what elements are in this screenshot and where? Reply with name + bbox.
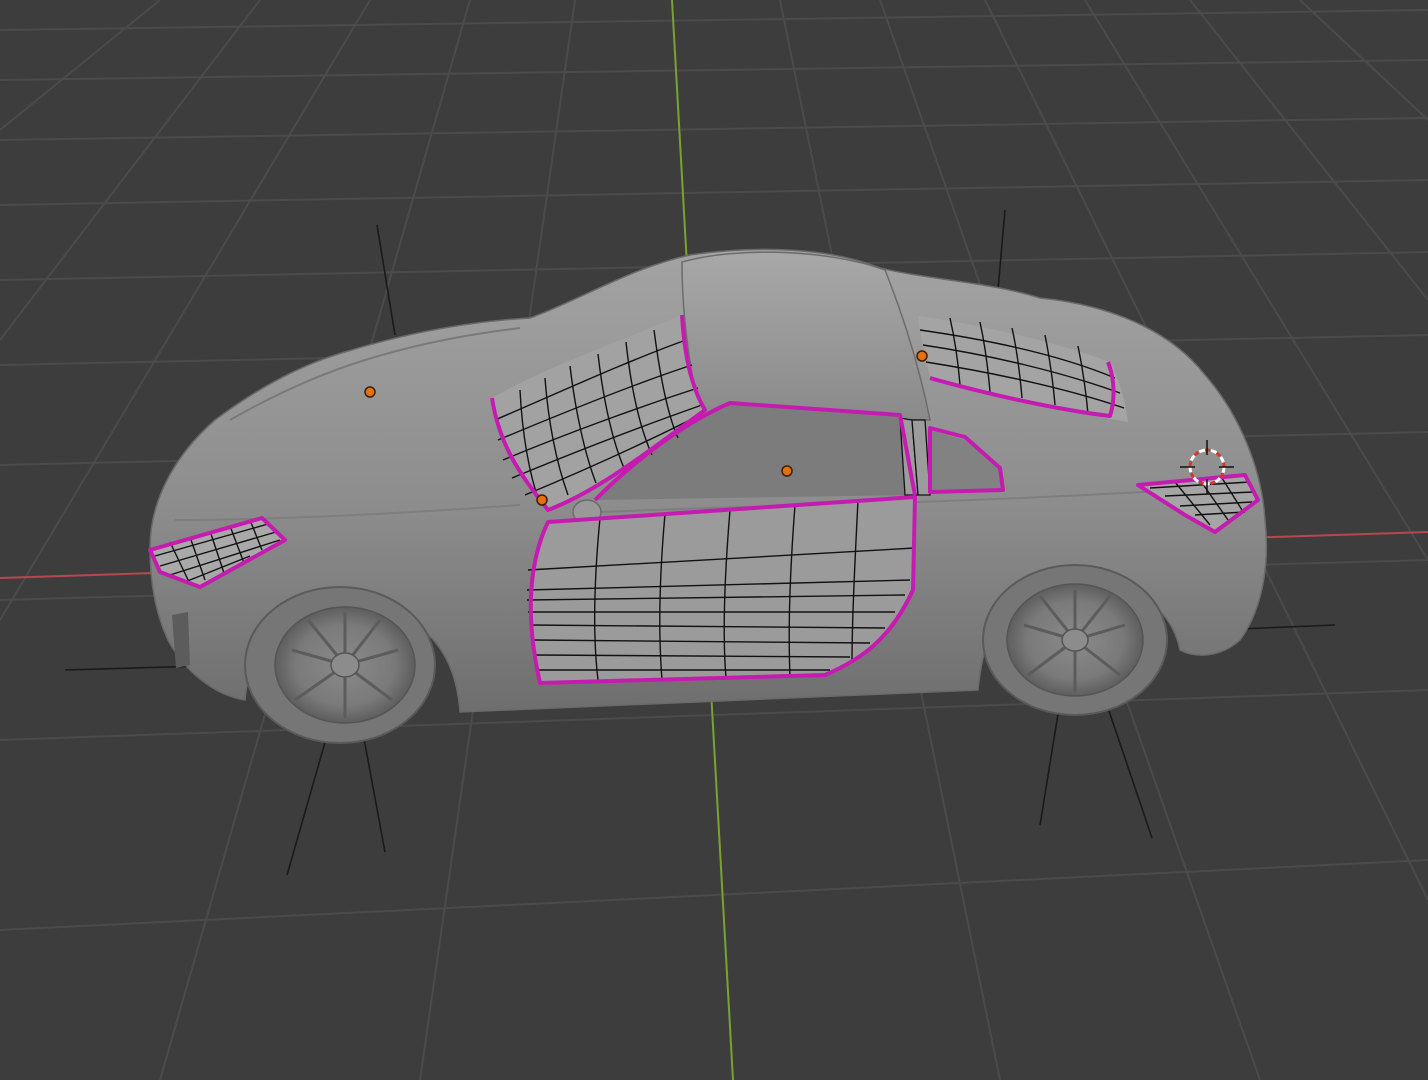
viewport-canvas[interactable]	[0, 0, 1428, 1080]
origin-dot[interactable]	[916, 350, 928, 362]
3d-viewport[interactable]	[0, 0, 1428, 1080]
door-mesh[interactable]	[526, 495, 917, 685]
origin-dot[interactable]	[536, 494, 548, 506]
origin-dot[interactable]	[364, 386, 376, 398]
origin-dot[interactable]	[781, 465, 793, 477]
